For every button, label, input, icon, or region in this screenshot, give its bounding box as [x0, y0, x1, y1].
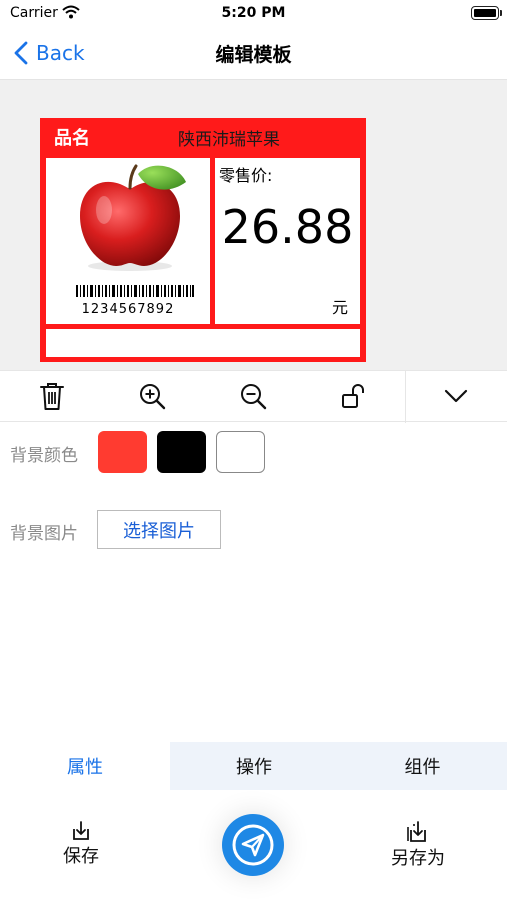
- unlock-icon: [342, 384, 364, 408]
- toolbar-divider: [405, 371, 406, 423]
- label-title[interactable]: 品名: [54, 124, 90, 150]
- zoom-in-button[interactable]: [135, 379, 169, 413]
- clock: 5:20 PM: [221, 5, 286, 21]
- trash-icon: [40, 383, 64, 410]
- save-label: 保存: [63, 846, 99, 867]
- price-label-template[interactable]: 品名 陕西沛瑞苹果 1234567892 零售价: 26.88 元: [40, 118, 366, 362]
- price-cell[interactable]: 零售价: 26.88 元: [215, 158, 360, 324]
- save-as-label: 另存为: [391, 848, 445, 869]
- background-image-label: 背景图片: [10, 524, 78, 544]
- page-title: 编辑模板: [215, 44, 292, 66]
- navigation-bar: Back 编辑模板: [0, 28, 507, 80]
- zoom-out-button[interactable]: [236, 379, 270, 413]
- collapse-button[interactable]: [439, 379, 473, 413]
- select-image-button[interactable]: 选择图片: [97, 510, 221, 549]
- swatch-white[interactable]: [216, 431, 265, 473]
- tab-components[interactable]: 组件: [338, 742, 507, 790]
- send-icon: [232, 824, 274, 866]
- send-button[interactable]: [222, 814, 284, 876]
- price-value: 26.88: [221, 200, 354, 254]
- zoom-in-icon: [140, 384, 166, 410]
- barcode: [76, 285, 194, 297]
- edit-toolbar: [0, 370, 507, 423]
- battery-tip: [500, 10, 502, 16]
- save-button[interactable]: 保存: [63, 820, 99, 868]
- delete-button[interactable]: [35, 379, 69, 413]
- save-as-button[interactable]: 另存为: [391, 820, 445, 870]
- retail-price-label: 零售价:: [219, 166, 273, 185]
- background-color-label: 背景颜色: [10, 446, 78, 466]
- action-bar: 保存 另存为: [0, 790, 507, 900]
- save-as-icon: [407, 821, 426, 842]
- swatch-red[interactable]: [98, 431, 147, 473]
- lock-toggle-button[interactable]: [337, 379, 371, 413]
- tab-properties[interactable]: 属性: [0, 742, 170, 790]
- currency-unit: 元: [331, 298, 348, 317]
- apple-image: [80, 164, 186, 271]
- save-icon: [73, 821, 89, 840]
- tab-operations[interactable]: 操作: [170, 742, 338, 790]
- label-footer-cell[interactable]: [46, 329, 360, 357]
- bottom-tabs: 属性 操作 组件: [0, 742, 507, 790]
- product-name[interactable]: 陕西沛瑞苹果: [178, 125, 280, 150]
- template-canvas[interactable]: 品名 陕西沛瑞苹果 1234567892 零售价: 26.88 元: [0, 80, 507, 370]
- barcode-number: 1234567892: [81, 302, 175, 317]
- status-bar: Carrier 5:20 PM: [0, 0, 507, 28]
- product-image-cell[interactable]: 1234567892: [46, 158, 210, 324]
- swatch-black[interactable]: [157, 431, 206, 473]
- battery-icon: [471, 6, 499, 20]
- zoom-out-icon: [241, 384, 267, 410]
- chevron-down-icon: [444, 389, 468, 403]
